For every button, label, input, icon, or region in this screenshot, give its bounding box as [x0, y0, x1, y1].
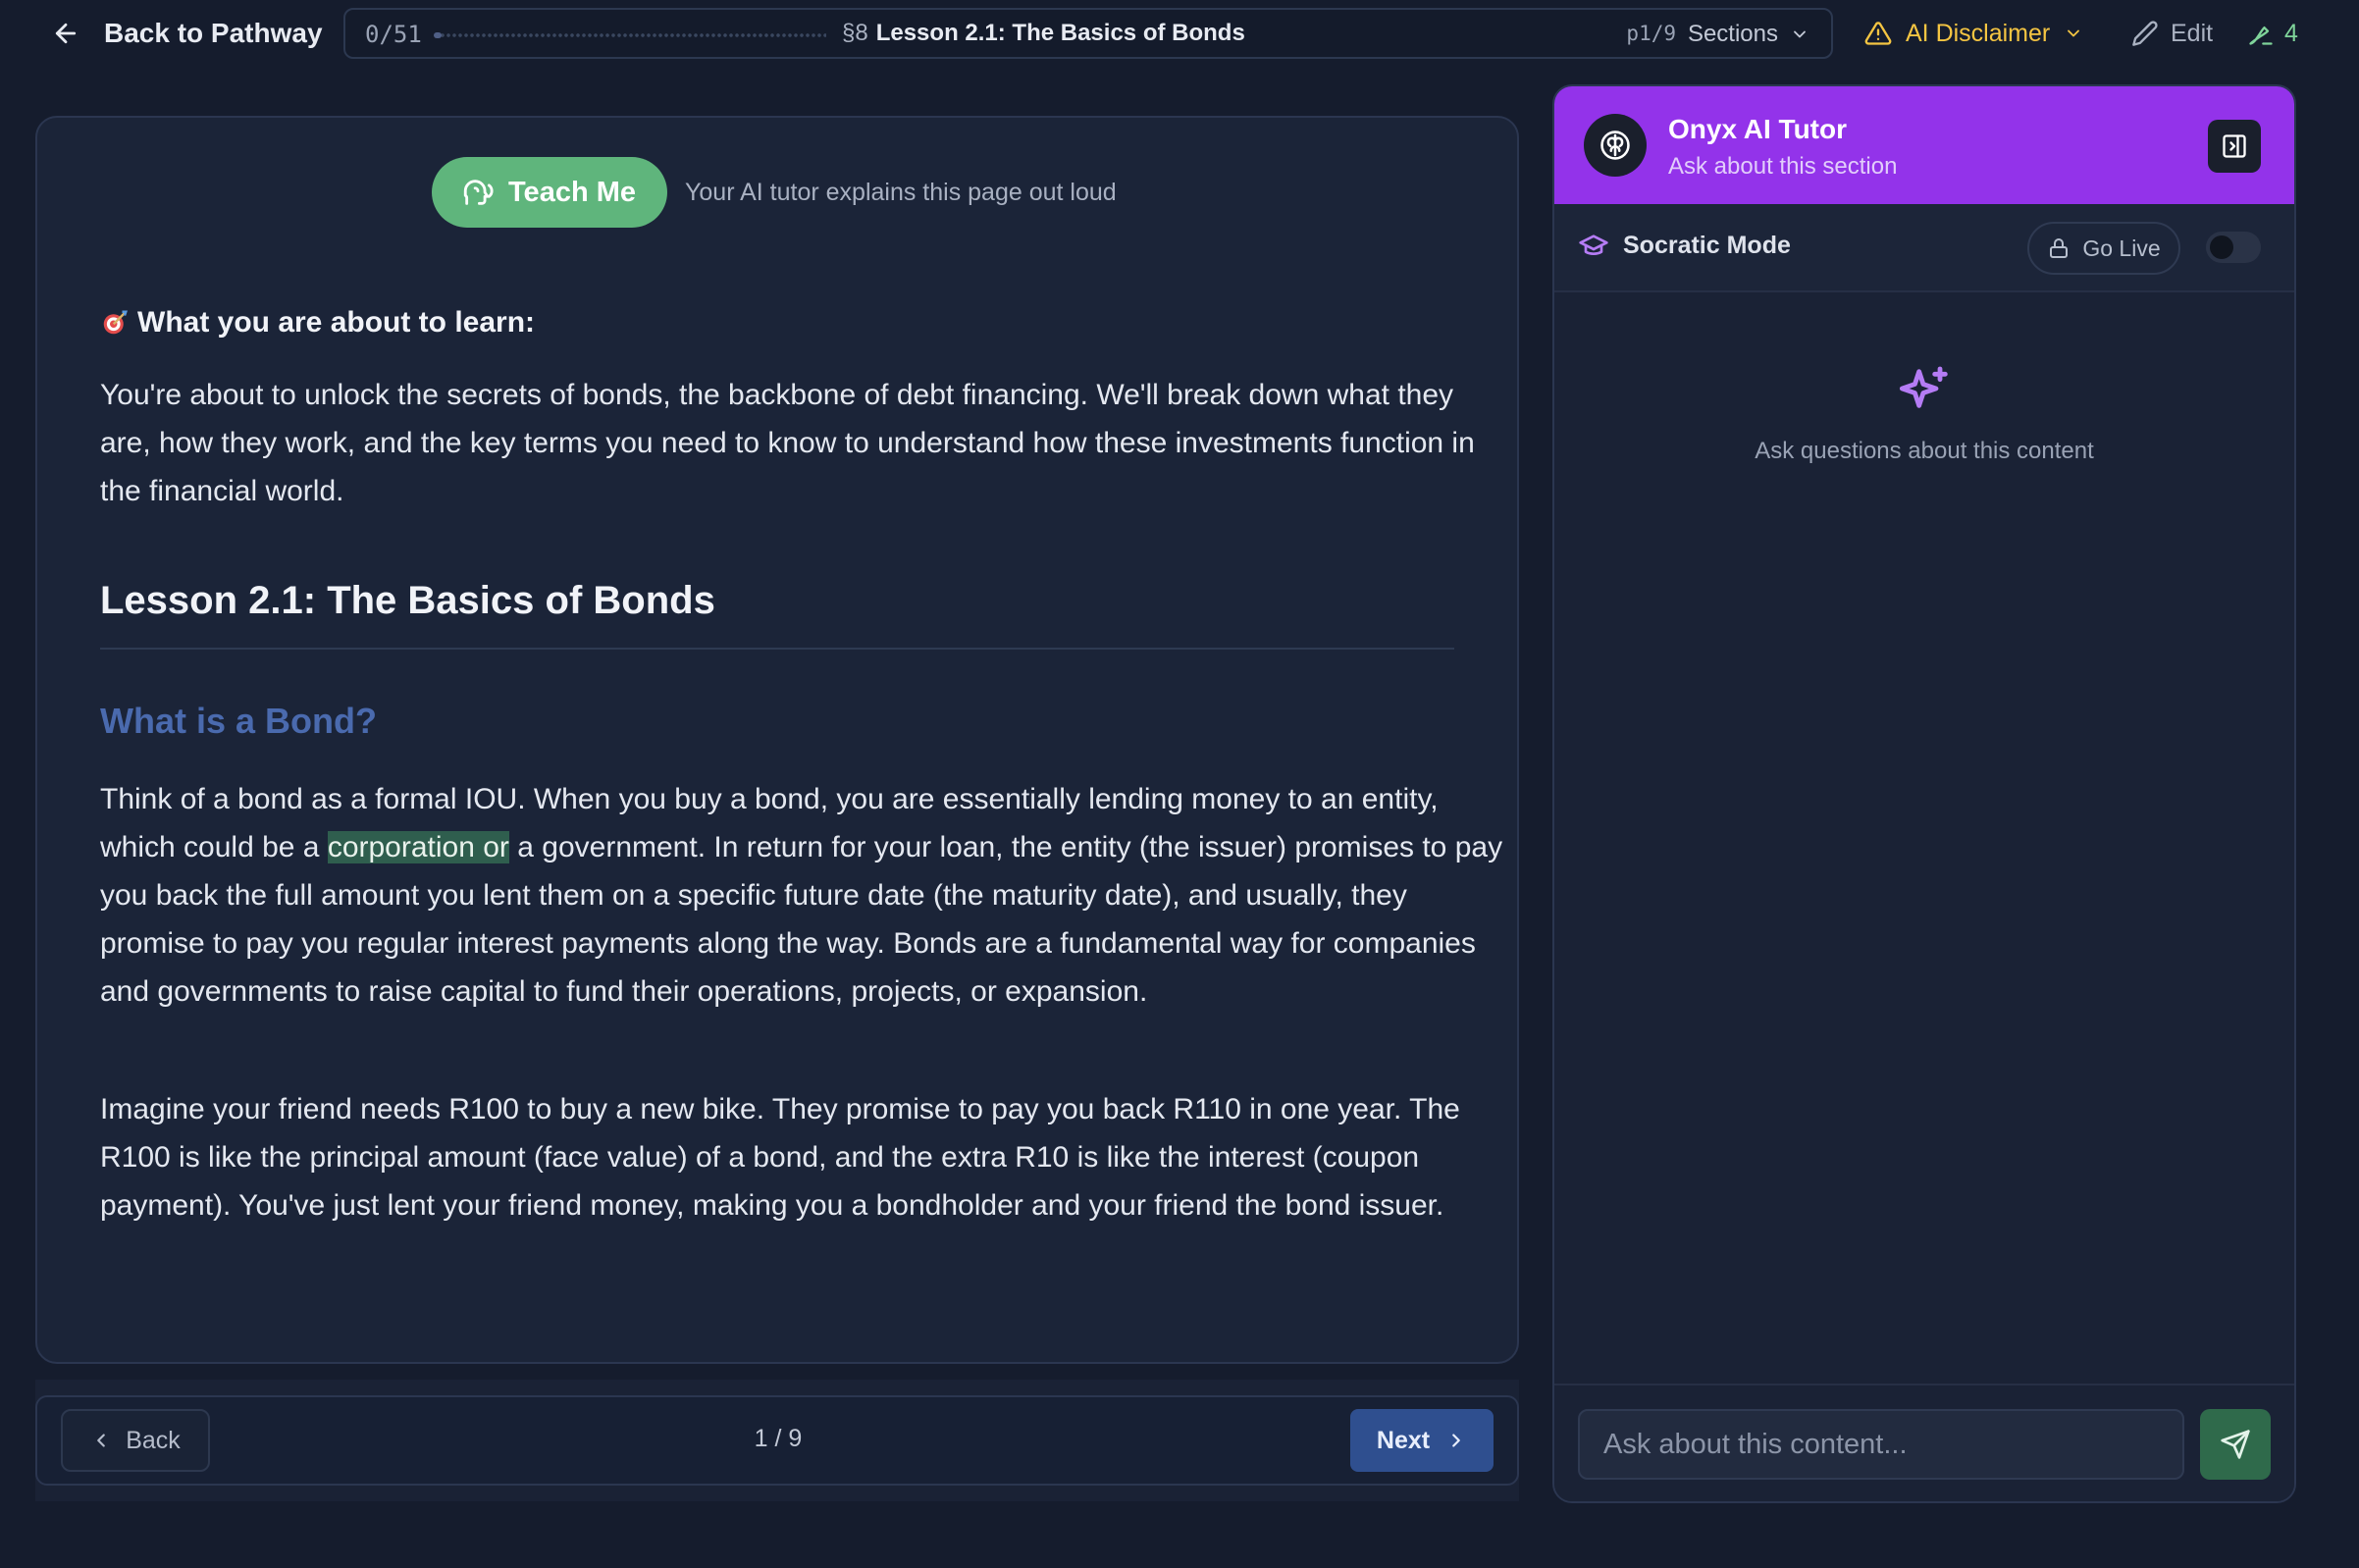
ask-input[interactable]	[1578, 1409, 2184, 1480]
lesson-content-card: Teach Me Your AI tutor explains this pag…	[35, 116, 1519, 1364]
panel-collapse-icon	[2223, 134, 2246, 158]
top-bar: Back to Pathway 0/51 §8 Lesson 2.1: The B…	[0, 0, 2359, 67]
go-live-label: Go Live	[2082, 235, 2161, 261]
page-indicator: p1/9	[1626, 22, 1676, 45]
pencil-icon	[2132, 21, 2158, 46]
speaking-head-icon	[463, 180, 494, 205]
progress-fill	[434, 32, 442, 38]
sparkles-icon	[1899, 366, 1948, 408]
edit-label: Edit	[2171, 19, 2214, 47]
go-live-button[interactable]: Go Live	[2027, 222, 2180, 275]
next-button[interactable]: Next	[1350, 1409, 1494, 1472]
sections-dropdown[interactable]: Sections	[1688, 17, 1809, 52]
next-button-label: Next	[1376, 1426, 1431, 1454]
send-button[interactable]	[2200, 1409, 2271, 1480]
progress-count: 0/51	[365, 21, 422, 48]
signature-count: 4	[2284, 19, 2298, 47]
lesson-progress-bar[interactable]: 0/51 §8 Lesson 2.1: The Basics of Bonds p…	[343, 8, 1833, 59]
learn-heading: What you are about to learn:	[100, 306, 535, 340]
tutor-name: Onyx AI Tutor	[1668, 114, 1847, 144]
learn-heading-text: What you are about to learn:	[137, 306, 536, 339]
empty-chat-text: Ask questions about this content	[1755, 438, 2094, 464]
chat-composer	[1554, 1384, 2294, 1501]
pager-area: Back 1 / 9 Next	[35, 1380, 1519, 1501]
teach-me-row: Teach Me Your AI tutor explains this pag…	[432, 157, 1117, 228]
graduation-cap-icon	[1579, 235, 1608, 255]
back-to-pathway-link[interactable]: Back to Pathway	[51, 14, 323, 53]
page-counter: 1 / 9	[37, 1425, 1521, 1453]
page-counter-text: 1 / 9	[754, 1425, 803, 1452]
ai-disclaimer-label: AI Disclaimer	[1906, 19, 2051, 47]
warning-triangle-icon	[1864, 22, 1892, 45]
teach-me-label: Teach Me	[508, 176, 637, 208]
collapse-panel-button[interactable]	[2208, 120, 2261, 173]
progress-track	[434, 32, 826, 38]
signature-icon	[2249, 26, 2273, 45]
highlighted-text[interactable]: corporation or	[327, 831, 509, 863]
chevron-down-icon	[2068, 29, 2080, 37]
current-lesson: §8 Lesson 2.1: The Basics of Bonds	[842, 20, 1245, 47]
ai-tutor-panel: Onyx AI Tutor Ask about this section Soc…	[1552, 84, 2296, 1503]
section-subheading: What is a Bond?	[100, 701, 377, 741]
current-lesson-title: Lesson 2.1: The Basics of Bonds	[875, 20, 1245, 46]
section-number: §8	[842, 20, 868, 46]
empty-chat-state: Ask questions about this content	[1554, 361, 2294, 465]
ai-disclaimer-dropdown[interactable]: AI Disclaimer	[1864, 14, 2083, 53]
back-to-pathway-label: Back to Pathway	[104, 18, 323, 48]
teach-me-hint: Your AI tutor explains this page out lou…	[685, 178, 1117, 206]
socratic-mode-text: Socratic Mode	[1623, 231, 1791, 259]
brain-icon	[1584, 114, 1647, 177]
pager: Back 1 / 9 Next	[35, 1395, 1519, 1486]
edit-button[interactable]: Edit	[2131, 14, 2213, 53]
paragraph-bond-example: Imagine your friend needs R100 to buy a …	[100, 1093, 1460, 1222]
socratic-mode-label: Socratic Mode	[1578, 230, 1791, 261]
lock-icon	[2050, 238, 2069, 258]
toggle-knob	[2210, 235, 2233, 259]
tutor-subtitle: Ask about this section	[1668, 153, 1898, 180]
target-icon	[103, 310, 128, 335]
teach-me-button[interactable]: Teach Me	[432, 157, 668, 228]
arrow-left-icon	[55, 23, 77, 44]
socratic-mode-row: Socratic Mode Go Live	[1554, 204, 2294, 292]
socratic-mode-toggle[interactable]	[2206, 232, 2261, 263]
signature-button[interactable]: 4	[2247, 14, 2298, 53]
send-icon	[2221, 1430, 2250, 1459]
chevron-right-icon	[1452, 1434, 1460, 1447]
learn-description: You're about to unlock the secrets of bo…	[100, 379, 1475, 507]
chevron-down-icon	[1794, 30, 1806, 38]
heading-divider	[100, 648, 1454, 650]
paragraph-bond-definition: Think of a bond as a formal IOU. When yo…	[100, 775, 1503, 1016]
lesson-heading: Lesson 2.1: The Basics of Bonds	[100, 579, 715, 622]
tutor-header: Onyx AI Tutor Ask about this section	[1554, 86, 2294, 204]
sections-label: Sections	[1687, 21, 1778, 47]
